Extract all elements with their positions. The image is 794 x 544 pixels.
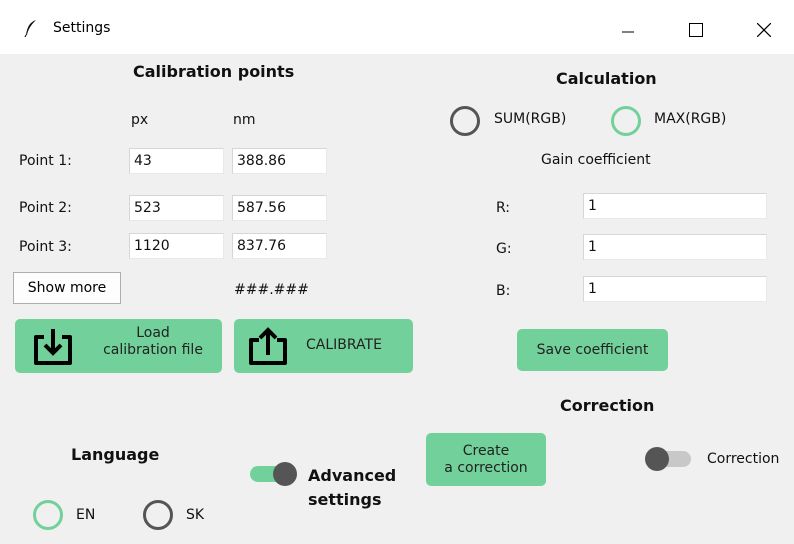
load-calibration-file-button[interactable]: Load calibration file [15, 319, 222, 373]
minimize-button[interactable] [605, 14, 651, 46]
download-icon [34, 329, 72, 365]
sum-rgb-radio[interactable] [450, 106, 480, 136]
calibration-heading: Calibration points [133, 62, 295, 81]
close-button[interactable] [741, 14, 787, 46]
point-2-nm-input[interactable] [232, 195, 327, 221]
point-3-px-input[interactable] [129, 233, 224, 259]
gain-coefficient-heading: Gain coefficient [541, 152, 651, 168]
px-column-header: px [131, 112, 149, 128]
close-icon [757, 23, 771, 37]
load-label-line1: Load [136, 325, 170, 341]
correction-heading: Correction [560, 396, 655, 415]
point-3-label: Point 3: [19, 239, 72, 255]
language-sk-label: SK [186, 507, 205, 523]
advanced-settings-toggle[interactable] [248, 460, 300, 488]
maximize-button[interactable] [673, 14, 719, 46]
correction-toggle[interactable] [643, 445, 695, 473]
calibrate-button[interactable]: CALIBRATE [234, 319, 413, 373]
load-label-line2: calibration file [103, 341, 203, 358]
point-1-label: Point 1: [19, 153, 72, 169]
feather-icon [24, 20, 36, 37]
gain-g-label: G: [496, 241, 512, 257]
save-coefficient-button[interactable]: Save coefficient [517, 329, 668, 371]
point-1-nm-input[interactable] [232, 148, 327, 174]
advanced-settings-label: Advanced settings [308, 464, 396, 512]
advanced-label-line1: Advanced [308, 466, 397, 485]
language-sk-radio[interactable] [143, 500, 173, 530]
gain-g-input[interactable] [583, 234, 767, 260]
gain-b-label: B: [496, 283, 511, 299]
format-hint: ###.### [234, 282, 309, 298]
calculation-heading: Calculation [556, 69, 657, 88]
nm-column-header: nm [233, 112, 256, 128]
point-2-label: Point 2: [19, 200, 72, 216]
minimize-icon [622, 31, 634, 33]
language-en-label: EN [76, 507, 96, 523]
gain-r-input[interactable] [583, 193, 767, 219]
max-rgb-radio[interactable] [611, 106, 641, 136]
language-en-radio[interactable] [33, 500, 63, 530]
save-coefficient-label: Save coefficient [536, 341, 649, 358]
sum-rgb-label: SUM(RGB) [494, 111, 567, 127]
title-bar: Settings [0, 0, 794, 54]
point-2-px-input[interactable] [129, 195, 224, 221]
create-correction-line1: Create [462, 442, 510, 459]
point-1-px-input[interactable] [129, 148, 224, 174]
create-correction-button[interactable]: Create a correction [426, 433, 546, 486]
point-3-nm-input[interactable] [232, 233, 327, 259]
window-title: Settings [53, 20, 111, 36]
gain-r-label: R: [496, 200, 511, 216]
calibrate-label: CALIBRATE [306, 337, 382, 353]
settings-panel: Calibration points px nm Point 1: Point … [0, 54, 794, 544]
language-heading: Language [71, 445, 160, 464]
correction-toggle-label: Correction [707, 451, 780, 467]
create-correction-line2: a correction [444, 459, 528, 476]
upload-icon [249, 327, 287, 365]
gain-b-input[interactable] [583, 276, 767, 302]
maximize-icon [689, 23, 703, 37]
max-rgb-label: MAX(RGB) [654, 111, 727, 127]
show-more-button[interactable]: Show more [13, 272, 121, 304]
advanced-label-line2: settings [308, 490, 382, 509]
